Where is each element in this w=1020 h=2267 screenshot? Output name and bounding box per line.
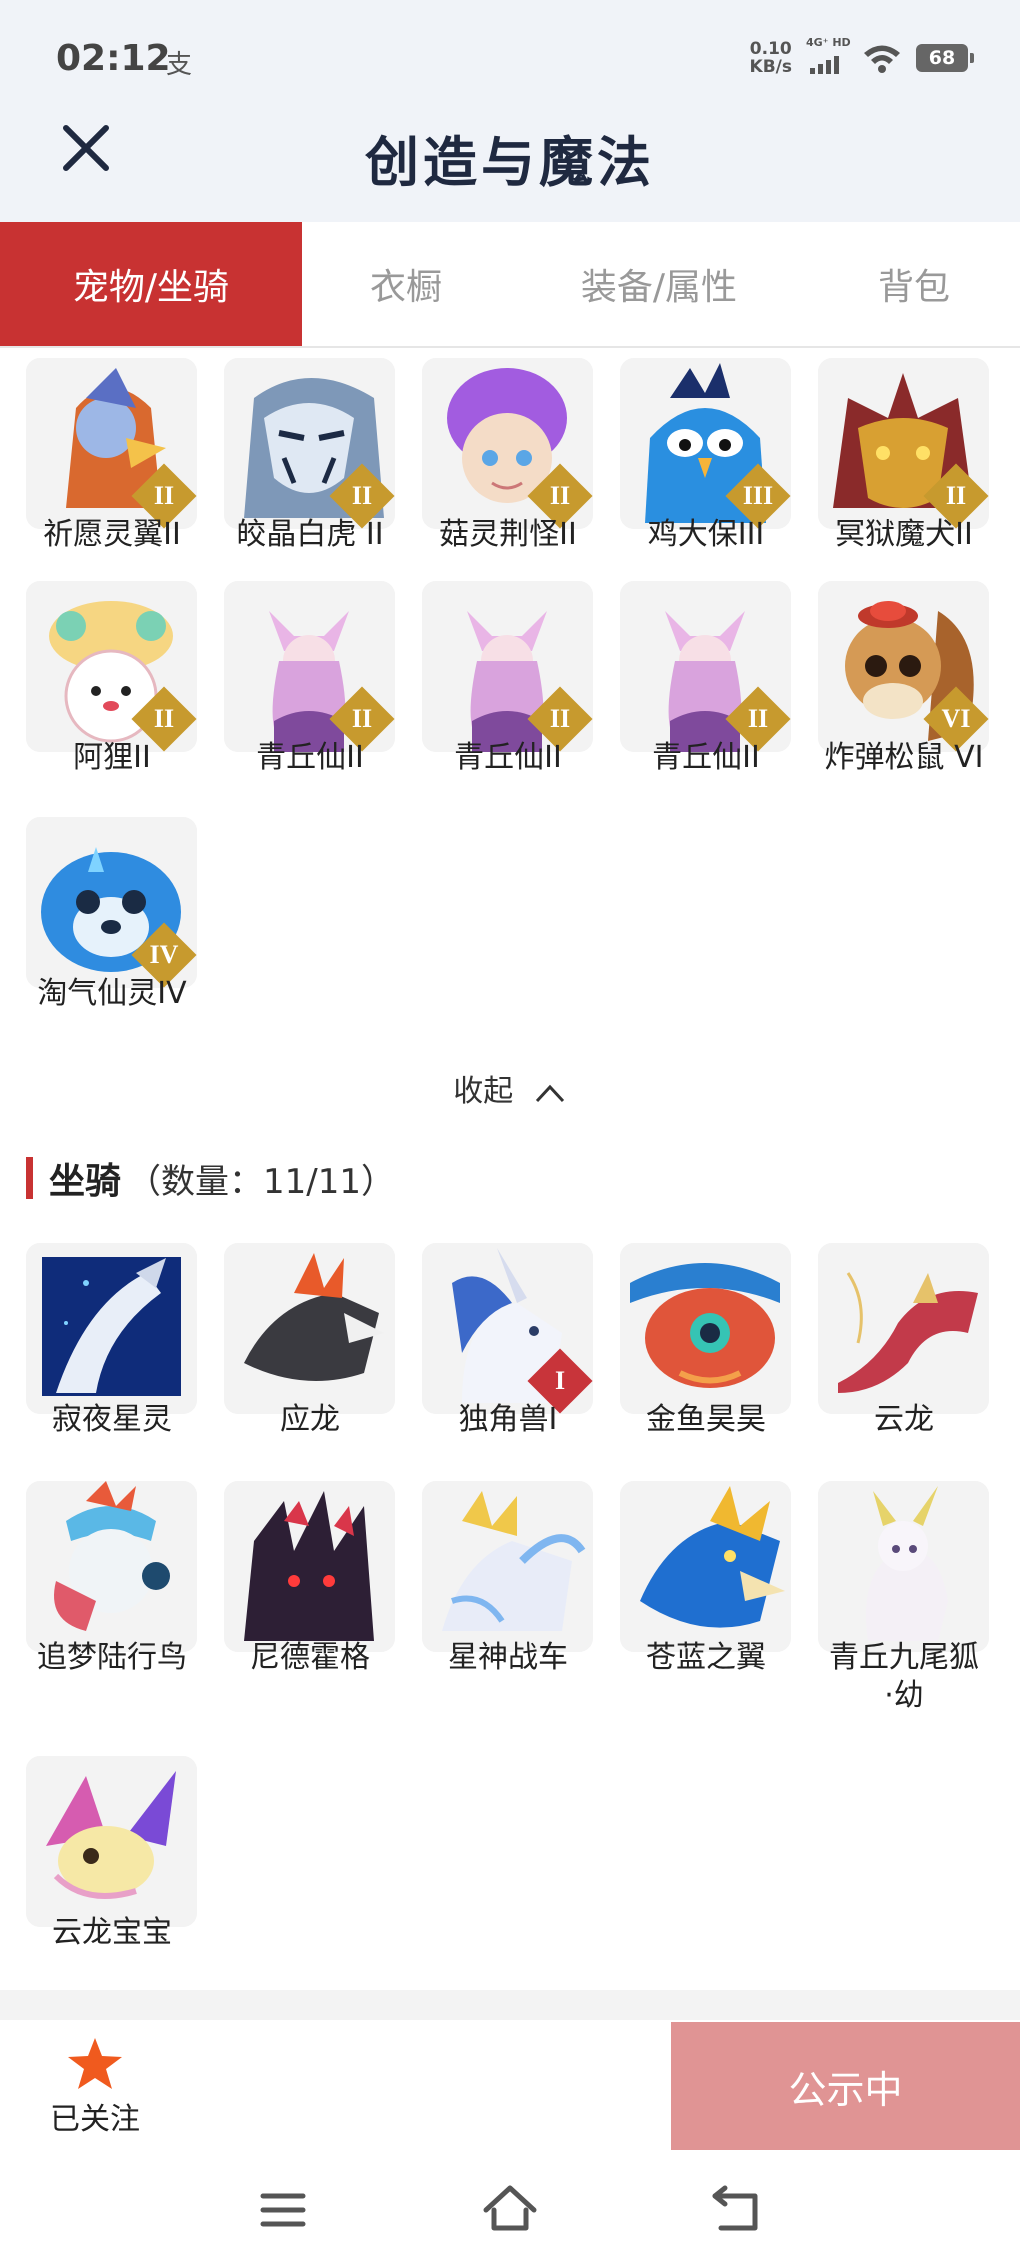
mount-name: 苍蓝之翼 bbox=[646, 1640, 766, 1675]
mount-name: 星神战车 bbox=[448, 1640, 568, 1675]
title-bar: 创造与魔法 bbox=[0, 118, 1020, 222]
network-speed-value: 0.10 bbox=[749, 39, 792, 59]
mount-name: 独角兽I bbox=[458, 1402, 558, 1437]
pet-name: 祈愿灵翼II bbox=[43, 517, 181, 552]
mount-image bbox=[224, 1481, 395, 1652]
system-nav-bar bbox=[0, 2150, 1020, 2267]
mount-image bbox=[26, 1756, 197, 1927]
cellular-signal-icon: 4G⁺ HD bbox=[806, 36, 851, 78]
mount-name: 青丘九尾狐 ·幼 bbox=[829, 1640, 979, 1713]
pet-name: 阿狸II bbox=[73, 740, 151, 775]
mount-image bbox=[26, 1481, 197, 1652]
menu-nav-button[interactable] bbox=[253, 2180, 313, 2240]
tab-pets-mounts[interactable]: 宠物/坐骑 bbox=[0, 222, 302, 346]
chevron-up-icon bbox=[535, 1084, 564, 1102]
back-nav-button[interactable] bbox=[707, 2180, 767, 2240]
pet-name: 青丘仙II bbox=[256, 740, 364, 775]
mount-image bbox=[818, 1243, 989, 1414]
back-icon bbox=[712, 2185, 758, 2231]
pet-image: II bbox=[620, 581, 791, 752]
pet-image: II bbox=[26, 581, 197, 752]
mount-name: 追梦陆行鸟 bbox=[37, 1640, 187, 1675]
section-count: （数量：11/11） bbox=[127, 1161, 395, 1202]
mount-image bbox=[422, 1481, 593, 1652]
home-nav-button[interactable] bbox=[480, 2180, 540, 2240]
mount-name: 云龙宝宝 bbox=[52, 1915, 172, 1950]
battery-icon: 68 bbox=[916, 44, 974, 72]
publicity-status-button[interactable]: 公示中 bbox=[671, 2022, 1020, 2150]
mount-name: 尼德霍格 bbox=[250, 1640, 370, 1675]
pet-image: II bbox=[224, 581, 395, 752]
pet-image: II bbox=[422, 358, 593, 529]
collapse-label: 收起 bbox=[453, 1074, 514, 1109]
pet-name: 淘气仙灵IV bbox=[37, 976, 187, 1011]
pet-image: II bbox=[422, 581, 593, 752]
mount-image bbox=[224, 1243, 395, 1414]
tab-equipment-attributes[interactable]: 装备/属性 bbox=[510, 222, 808, 346]
follow-label: 已关注 bbox=[50, 2102, 140, 2137]
mount-image bbox=[620, 1243, 791, 1414]
tab-wardrobe[interactable]: 衣橱 bbox=[302, 222, 510, 346]
wifi-icon bbox=[864, 45, 900, 73]
mount-image: I bbox=[422, 1243, 593, 1414]
mount-name: 金鱼昊昊 bbox=[646, 1402, 766, 1437]
pet-image: II bbox=[224, 358, 395, 529]
network-speed-unit: KB/s bbox=[749, 57, 792, 77]
alipay-notification-icon: 支 bbox=[166, 50, 193, 80]
mount-name: 寂夜星灵 bbox=[52, 1402, 172, 1437]
star-icon bbox=[68, 2038, 122, 2089]
pet-image: IV bbox=[26, 817, 197, 988]
pet-name: 皎晶白虎 II bbox=[236, 517, 384, 552]
page-title: 创造与魔法 bbox=[365, 131, 655, 194]
pet-name: 菇灵荆怪II bbox=[439, 517, 577, 552]
pet-name: 鸡大保III bbox=[647, 517, 765, 552]
status-time: 02:12 bbox=[56, 38, 171, 79]
section-divider bbox=[0, 1990, 1020, 2020]
mount-image bbox=[620, 1481, 791, 1652]
mount-name: 应龙 bbox=[280, 1402, 340, 1437]
pet-name: 青丘仙II bbox=[454, 740, 562, 775]
network-type-label: 4G⁺ HD bbox=[806, 36, 851, 49]
pet-image: VI bbox=[818, 581, 989, 752]
pet-image: III bbox=[620, 358, 791, 529]
tab-bar: 宠物/坐骑 衣橱 装备/属性 背包 bbox=[0, 222, 1020, 348]
bottom-action-bar: 已关注 公示中 bbox=[0, 2020, 1020, 2150]
menu-icon bbox=[260, 2193, 306, 2227]
pet-image: II bbox=[818, 358, 989, 529]
pet-name: 冥狱魔犬II bbox=[835, 517, 973, 552]
pet-name: 青丘仙II bbox=[652, 740, 760, 775]
mounts-section-header: 坐骑 （数量：11/11） bbox=[26, 1152, 395, 1204]
tab-backpack[interactable]: 背包 bbox=[808, 222, 1020, 346]
section-title: 坐骑 bbox=[49, 1161, 122, 1202]
follow-button[interactable]: 已关注 bbox=[30, 2036, 160, 2138]
collapse-button[interactable]: 收起 bbox=[0, 1066, 1020, 1110]
status-indicators: 0.10 KB/s 4G⁺ HD 68 bbox=[750, 36, 974, 80]
mount-image bbox=[26, 1243, 197, 1414]
mount-name: 云龙 bbox=[874, 1402, 934, 1437]
pet-image: II bbox=[26, 358, 197, 529]
status-bar: 02:12 支 0.10 KB/s 4G⁺ HD 68 bbox=[0, 0, 1020, 118]
mount-image bbox=[818, 1481, 989, 1652]
section-accent-bar bbox=[26, 1157, 33, 1199]
network-speed: 0.10 KB/s bbox=[750, 40, 792, 76]
pet-name: 炸弹松鼠 VI bbox=[824, 740, 984, 775]
home-icon bbox=[483, 2185, 537, 2231]
